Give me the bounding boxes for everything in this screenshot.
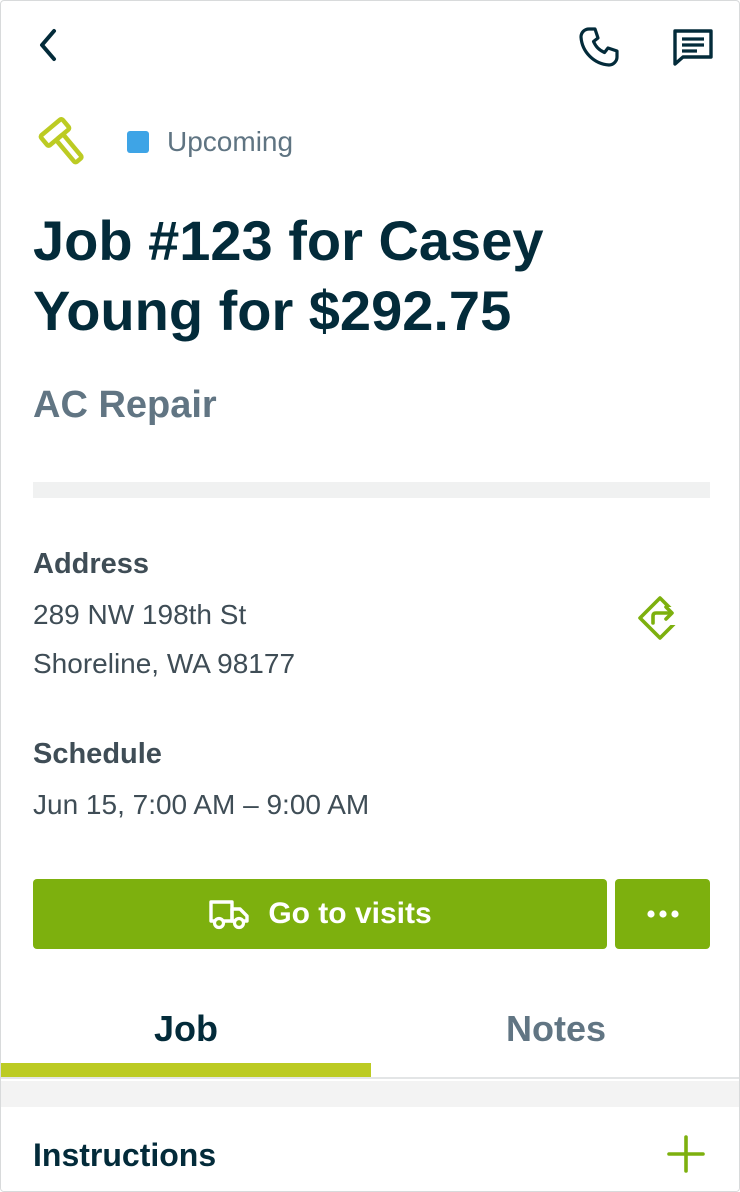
status-indicator — [127, 131, 149, 153]
add-instructions-button[interactable] — [663, 1131, 709, 1177]
plus-icon — [667, 1135, 705, 1173]
instructions-row: Instructions — [1, 1107, 739, 1191]
active-tab-indicator — [1, 1063, 371, 1077]
call-button[interactable] — [575, 23, 623, 71]
instructions-title: Instructions — [33, 1137, 217, 1173]
message-icon — [673, 29, 713, 66]
top-bar — [1, 1, 739, 91]
service-type: AC Repair — [33, 384, 217, 426]
go-to-visits-label: Go to visits — [268, 897, 432, 930]
go-to-visits-button[interactable]: Go to visits — [33, 879, 607, 949]
more-horizontal-icon — [646, 910, 679, 918]
directions-button[interactable] — [633, 591, 687, 645]
status-label: Upcoming — [167, 126, 294, 157]
truck-icon — [208, 897, 250, 931]
tab-notes[interactable]: Notes — [371, 981, 739, 1077]
section-gap — [1, 1081, 739, 1107]
job-title: Job #123 for Casey Young for $292.75 — [33, 209, 544, 342]
address-line-1: 289 NW 198th St — [33, 599, 247, 630]
more-actions-button[interactable] — [615, 879, 710, 949]
schedule-value: Jun 15, 7:00 AM – 9:00 AM — [33, 789, 370, 820]
chevron-left-icon — [40, 29, 56, 61]
status-row: Upcoming — [33, 113, 293, 171]
tab-bar: Job Notes — [1, 981, 739, 1081]
address-line-2: Shoreline, WA 98177 — [33, 648, 296, 679]
address-label: Address — [33, 548, 150, 580]
tab-baseline — [1, 1077, 739, 1079]
schedule-label: Schedule — [33, 738, 162, 770]
hammer-icon — [33, 113, 93, 171]
job-detail-screen: Upcoming Job #123 for Casey Young for $2… — [0, 0, 740, 1192]
section-divider — [33, 482, 710, 498]
directions-icon — [638, 596, 683, 640]
message-button[interactable] — [667, 23, 719, 71]
phone-icon — [579, 27, 619, 67]
back-button[interactable] — [27, 23, 71, 67]
